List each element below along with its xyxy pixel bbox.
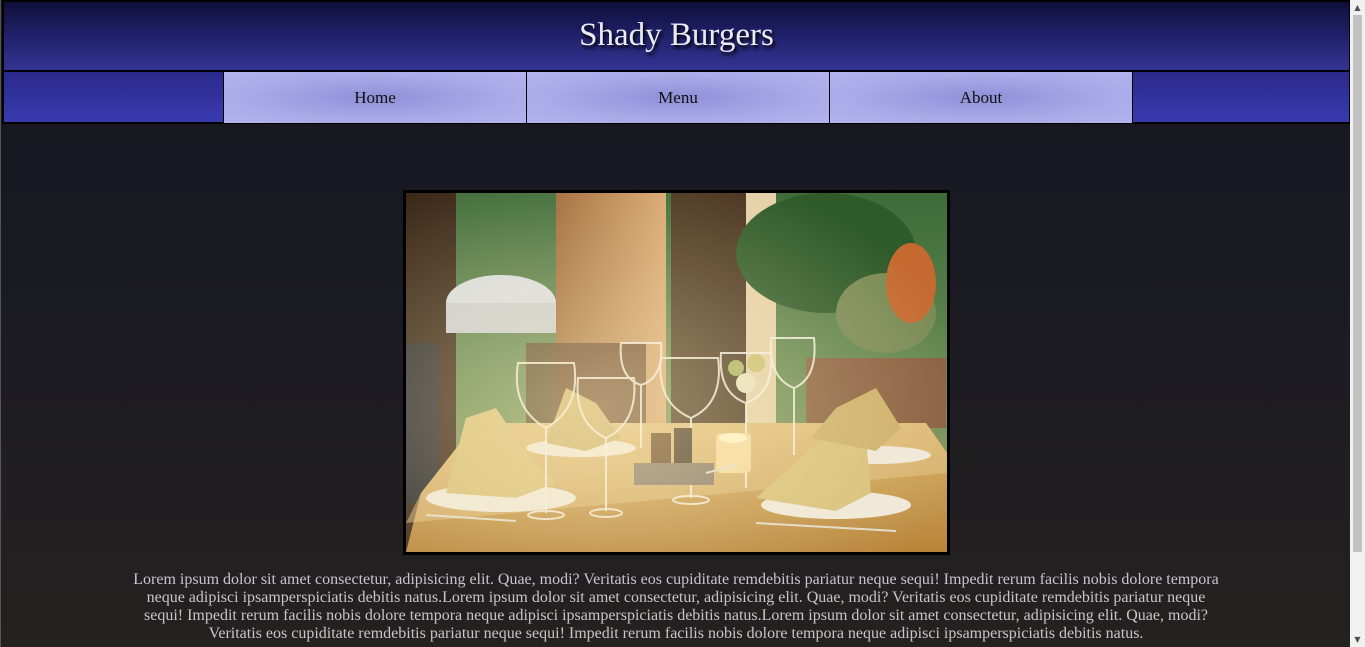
scroll-down-icon[interactable]: ▼ xyxy=(1350,632,1365,647)
nav-item-about[interactable]: About xyxy=(829,72,1133,123)
page-viewport: Shady Burgers Home Menu About Lorem ipsu… xyxy=(0,0,1350,647)
nav-item-home[interactable]: Home xyxy=(223,72,527,123)
vertical-scrollbar[interactable]: ▲ ▼ xyxy=(1350,0,1365,647)
site-title: Shady Burgers xyxy=(579,16,774,53)
scrollbar-thumb[interactable] xyxy=(1353,15,1362,552)
restaurant-photo xyxy=(406,193,947,552)
hero-image xyxy=(403,190,950,555)
nav-item-menu[interactable]: Menu xyxy=(526,72,830,123)
intro-paragraph: Lorem ipsum dolor sit amet consectetur, … xyxy=(133,571,1219,642)
scroll-up-icon[interactable]: ▲ xyxy=(1350,0,1365,15)
main-nav: Home Menu About xyxy=(2,72,1350,124)
site-header: Shady Burgers xyxy=(2,0,1350,72)
